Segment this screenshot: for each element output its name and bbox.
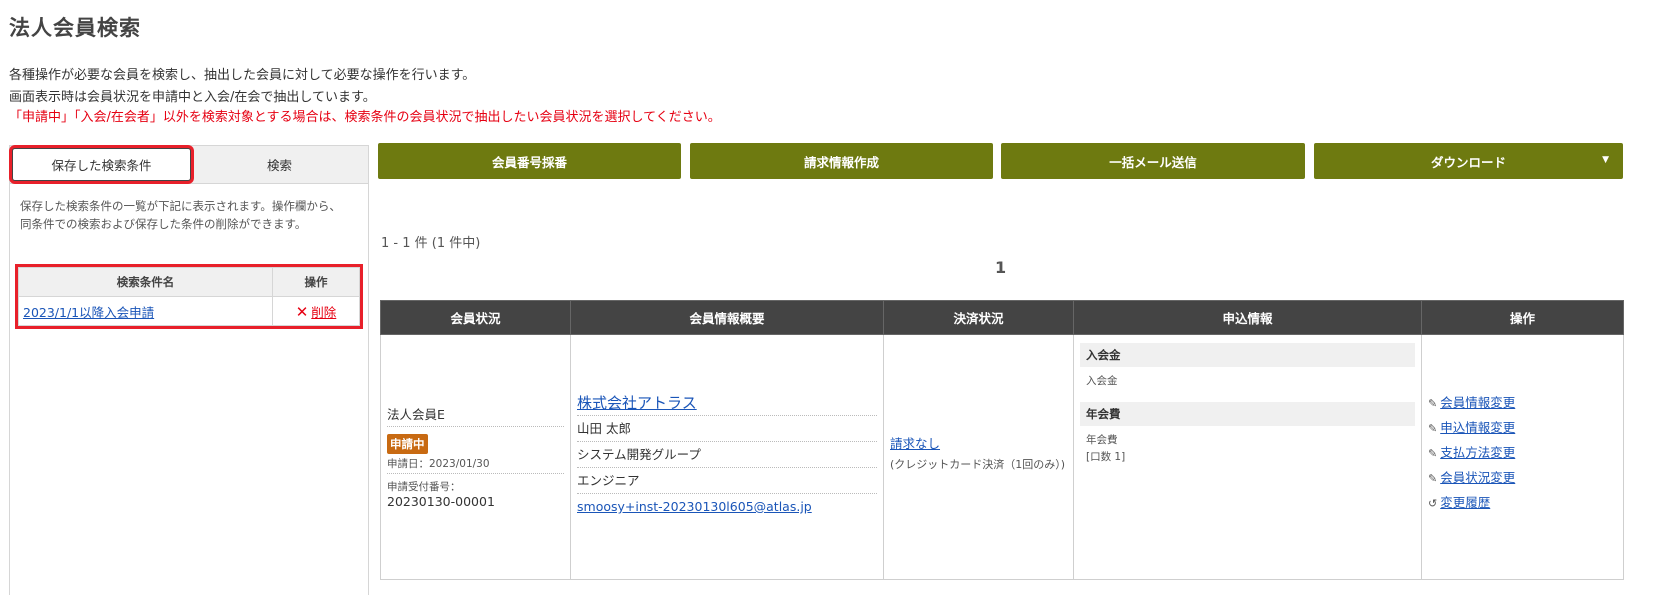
edit-member-status-link[interactable]: 会員状況変更 bbox=[1440, 470, 1515, 485]
tab-search[interactable]: 検索 bbox=[191, 146, 368, 183]
delete-link[interactable]: 削除 bbox=[311, 305, 336, 320]
payment-status-link[interactable]: 請求なし bbox=[890, 433, 1067, 452]
fee-units: [口数 1] bbox=[1086, 451, 1126, 463]
delete-x-icon[interactable]: ✕ bbox=[296, 303, 309, 321]
col-operation: 操作 bbox=[272, 267, 360, 297]
pencil-icon: ✎ bbox=[1428, 472, 1438, 485]
col-operations: 操作 bbox=[1421, 300, 1624, 335]
operations-cell: ✎ 会員情報変更 ✎ 申込情報変更 ✎ 支払方法変更 ✎ 会員状況変更 ↺ 変更履歴 bbox=[1421, 334, 1624, 580]
create-invoice-button[interactable]: 請求情報作成 bbox=[690, 143, 993, 179]
table-row: 法人会員E 申請中 申請日：2023/01/30 申請受付番号： 2023013… bbox=[380, 334, 1624, 580]
download-label: ダウンロード bbox=[1430, 154, 1506, 170]
condition-name-cell: 2023/1/1以降入会申請 bbox=[18, 296, 273, 326]
col-member-status: 会員状況 bbox=[380, 300, 571, 335]
payment-method: (クレジットカード決済（1回のみ）) bbox=[890, 458, 1066, 471]
fee-heading-admission: 入会金 bbox=[1080, 343, 1415, 367]
fee-heading-annual: 年会費 bbox=[1080, 402, 1415, 426]
pencil-icon: ✎ bbox=[1428, 447, 1438, 460]
panel-tabs: 保存した検索条件 検索 bbox=[10, 146, 368, 184]
application-info-cell: 入会金 入会金 年会費 年会費 [口数 1] bbox=[1073, 334, 1422, 580]
saved-help-text: 保存した検索条件の一覧が下記に表示されます。操作欄から、 同条件での検索および保… bbox=[10, 184, 368, 233]
receipt-number: 20230130-00001 bbox=[387, 494, 495, 509]
description-line-2: 画面表示時は会員状況を申請中と入会/在会で抽出しています。 bbox=[9, 90, 376, 105]
application-date: 申請日：2023/01/30 bbox=[387, 454, 564, 474]
history-icon: ↺ bbox=[1428, 497, 1438, 510]
download-button[interactable]: ダウンロード ▼ bbox=[1314, 143, 1623, 179]
edit-payment-method-link[interactable]: 支払方法変更 bbox=[1440, 445, 1515, 460]
result-count: 1 - 1 件 (1 件中) bbox=[381, 236, 481, 251]
fee-item-admission: 入会金 bbox=[1086, 375, 1118, 387]
saved-help-line-2: 同条件での検索および保存した条件の削除ができます。 bbox=[20, 217, 307, 231]
status-badge: 申請中 bbox=[387, 434, 428, 454]
left-panel: 保存した検索条件 検索 保存した検索条件の一覧が下記に表示されます。操作欄から、… bbox=[9, 145, 369, 595]
assign-number-button[interactable]: 会員番号採番 bbox=[378, 143, 681, 179]
results-table: 会員状況 会員情報概要 決済状況 申込情報 操作 法人会員E 申請中 申請日：2… bbox=[380, 300, 1624, 580]
member-department: システム開発グループ bbox=[577, 442, 877, 468]
pagination-current[interactable]: 1 bbox=[995, 258, 1006, 277]
member-type: 法人会員E bbox=[387, 403, 564, 427]
tab-saved-conditions[interactable]: 保存した検索条件 bbox=[12, 148, 191, 181]
member-status-cell: 法人会員E 申請中 申請日：2023/01/30 申請受付番号： 2023013… bbox=[380, 334, 571, 580]
edit-member-info-link[interactable]: 会員情報変更 bbox=[1440, 395, 1515, 410]
bulk-mail-button[interactable]: 一括メール送信 bbox=[1001, 143, 1305, 179]
member-overview-cell: 株式会社アトラス 山田 太郎 システム開発グループ エンジニア smoosy+i… bbox=[570, 334, 884, 580]
pencil-icon: ✎ bbox=[1428, 397, 1438, 410]
description-line-1: 各種操作が必要な会員を検索し、抽出した会員に対して必要な操作を行います。 bbox=[9, 68, 476, 83]
member-email-link[interactable]: smoosy+inst-20230130l605@atlas.jp bbox=[577, 494, 877, 520]
saved-conditions-table-wrap: 検索条件名 操作 2023/1/1以降入会申請 ✕ 削除 bbox=[15, 264, 363, 329]
member-role: エンジニア bbox=[577, 468, 877, 494]
fee-item-annual: 年会費 bbox=[1086, 434, 1118, 446]
col-member-overview: 会員情報概要 bbox=[570, 300, 884, 335]
description-warning: 「申請中」「入会/在会者」以外を検索対象とする場合は、検索条件の会員状況で抽出し… bbox=[9, 110, 721, 125]
company-link[interactable]: 株式会社アトラス bbox=[577, 390, 877, 416]
saved-help-line-1: 保存した検索条件の一覧が下記に表示されます。操作欄から、 bbox=[20, 199, 341, 213]
col-application-info: 申込情報 bbox=[1073, 300, 1422, 335]
col-payment-status: 決済状況 bbox=[883, 300, 1074, 335]
caret-down-icon: ▼ bbox=[1602, 155, 1609, 165]
receipt-number-label: 申請受付番号： bbox=[387, 481, 461, 493]
member-name: 山田 太郎 bbox=[577, 416, 877, 442]
table-row: 2023/1/1以降入会申請 ✕ 削除 bbox=[18, 296, 360, 326]
saved-conditions-table: 検索条件名 操作 2023/1/1以降入会申請 ✕ 削除 bbox=[18, 267, 360, 326]
change-history-link[interactable]: 変更履歴 bbox=[1440, 495, 1490, 510]
pencil-icon: ✎ bbox=[1428, 422, 1438, 435]
page-title: 法人会員検索 bbox=[9, 16, 141, 40]
payment-status-cell: 請求なし (クレジットカード決済（1回のみ）) bbox=[883, 334, 1074, 580]
edit-application-link[interactable]: 申込情報変更 bbox=[1440, 420, 1515, 435]
condition-op-cell: ✕ 削除 bbox=[272, 296, 360, 326]
col-condition-name: 検索条件名 bbox=[18, 267, 273, 297]
condition-name-link[interactable]: 2023/1/1以降入会申請 bbox=[23, 305, 154, 320]
